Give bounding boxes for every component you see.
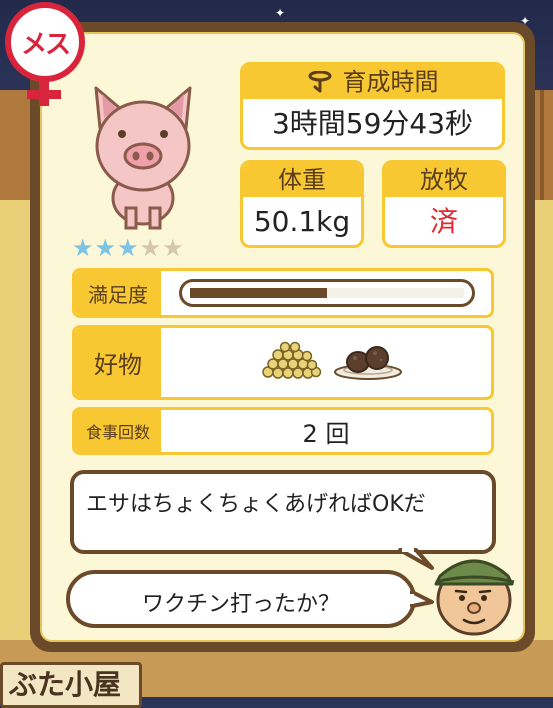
timer-icon [308, 71, 331, 93]
pasture-label: 放牧 [385, 163, 503, 197]
weight-value: 50.1kg [253, 205, 351, 238]
favorite-food-label: 好物 [75, 328, 161, 397]
meal-count-value: 2 回 [302, 419, 350, 448]
pig-icon[interactable] [78, 80, 208, 230]
star-icon: ★ [162, 234, 185, 262]
growth-time-value: 3時間59分43秒 [271, 107, 474, 140]
meal-count-label: 食事回数 [75, 410, 161, 452]
satisfaction-row: 満足度 [72, 268, 494, 318]
sparkle-icon: ✦ [275, 6, 286, 20]
pasture-box: 放牧 済 [382, 160, 506, 248]
favorite-food-row: 好物 [72, 325, 494, 400]
gender-badge: メス [0, 0, 90, 110]
growth-time-box: 育成時間 3時間59分43秒 [240, 62, 505, 150]
weight-label: 体重 [243, 163, 361, 197]
hut-sign: ぶた小屋 [0, 662, 142, 708]
star-icon: ★ [117, 234, 140, 262]
star-icon: ★ [72, 234, 95, 262]
dialogue-line-1: エサはちょくちょくあげればOKだ [86, 492, 426, 517]
growth-time-header: 育成時間 [243, 65, 502, 99]
meal-count-row: 食事回数 2 回 [72, 407, 494, 455]
gender-label: メス [20, 29, 71, 60]
rating-stars: ★★★★★ [72, 234, 185, 262]
meat-plate-icon [334, 346, 402, 380]
satisfaction-gauge-fill [190, 288, 327, 298]
speech-bubble-2[interactable]: ワクチン打ったか？ [66, 570, 416, 628]
satisfaction-label: 満足度 [75, 271, 161, 315]
farmer-avatar[interactable] [428, 542, 520, 638]
satisfaction-gauge [179, 279, 475, 307]
growth-time-label: 育成時間 [342, 68, 439, 96]
star-icon: ★ [94, 234, 118, 262]
grain-pile-icon [262, 341, 322, 379]
star-icon: ★ [139, 234, 163, 262]
female-icon: メス [5, 2, 85, 82]
pasture-value: 済 [429, 205, 458, 238]
weight-box: 体重 50.1kg [240, 160, 364, 248]
dialogue-line-2: ワクチン打ったか？ [141, 592, 340, 617]
